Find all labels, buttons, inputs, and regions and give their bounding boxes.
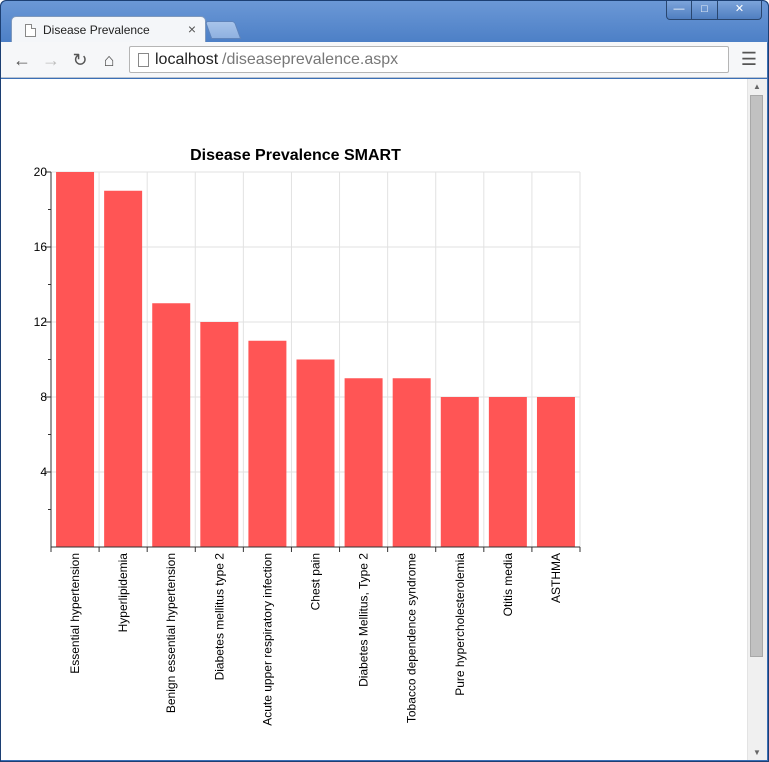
bar (536, 397, 575, 547)
page-viewport: Disease Prevalence SMART 4 8 12 16 20 Essentia… (1, 79, 747, 760)
minimize-button[interactable]: — (666, 1, 692, 20)
x-category-label: Tobacco dependence syndrome (405, 553, 419, 723)
bar (440, 397, 479, 547)
bar (392, 378, 431, 547)
hamburger-menu-icon[interactable]: ☰ (741, 49, 757, 70)
forward-arrow-icon[interactable]: → (40, 49, 62, 71)
x-category-label: Diabetes Mellitus, Type 2 (357, 553, 371, 687)
bar (152, 303, 191, 547)
bar (200, 322, 239, 547)
scroll-thumb[interactable] (750, 95, 763, 657)
url-host: localhost (155, 51, 219, 68)
x-category-label: Chest pain (309, 553, 323, 610)
address-bar[interactable]: localhost /diseaseprevalence.aspx (129, 46, 729, 73)
reload-icon[interactable]: ↻ (69, 49, 91, 71)
scroll-up-arrow-icon[interactable]: ▲ (753, 82, 761, 91)
y-tick-label: 16 (34, 240, 48, 254)
x-category-label: Acute upper respiratory infection (260, 553, 274, 726)
x-category-label: ASTHMA (549, 553, 563, 603)
vertical-scrollbar[interactable]: ▲ ▼ (747, 79, 767, 760)
window-controls: — □ ✕ (666, 1, 762, 21)
x-category-label: Essential hypertension (68, 553, 82, 674)
page-favicon-icon (25, 24, 36, 37)
x-category-label: Benign essential hypertension (164, 553, 178, 713)
page-icon (138, 53, 149, 67)
x-category-label: Hyperlipidemia (116, 553, 130, 633)
y-tick-label: 4 (40, 465, 47, 479)
close-window-button[interactable]: ✕ (718, 1, 762, 20)
home-icon[interactable]: ⌂ (98, 49, 120, 71)
x-category-label: Diabetes mellitus type 2 (212, 553, 226, 681)
url-path: /diseaseprevalence.aspx (222, 51, 399, 68)
bar (296, 359, 335, 547)
y-tick-label: 12 (34, 315, 48, 329)
bar-chart: Disease Prevalence SMART 4 8 12 16 20 Essentia… (34, 147, 581, 726)
new-tab-button[interactable] (204, 21, 242, 39)
x-category-label: Otitis media (501, 553, 515, 617)
bar (344, 378, 383, 547)
bar (248, 340, 287, 547)
bar (56, 172, 95, 547)
y-tick-label: 8 (40, 390, 47, 404)
scroll-down-arrow-icon[interactable]: ▼ (753, 748, 761, 757)
x-category-label: Pure hypercholesterolemia (453, 553, 467, 696)
tab-disease-prevalence[interactable]: Disease Prevalence × (11, 16, 206, 44)
bar (488, 397, 527, 547)
browser-toolbar: ← → ↻ ⌂ localhost /diseaseprevalence.asp… (1, 42, 767, 78)
bar (104, 190, 143, 547)
chart-title: Disease Prevalence SMART (190, 147, 401, 164)
title-bar[interactable]: Disease Prevalence × — □ ✕ (1, 1, 768, 44)
tab-title: Disease Prevalence (43, 23, 150, 37)
tab-close-icon[interactable]: × (188, 21, 196, 37)
y-tick-label: 20 (34, 165, 48, 179)
maximize-button[interactable]: □ (692, 1, 718, 20)
back-arrow-icon[interactable]: ← (11, 49, 33, 71)
